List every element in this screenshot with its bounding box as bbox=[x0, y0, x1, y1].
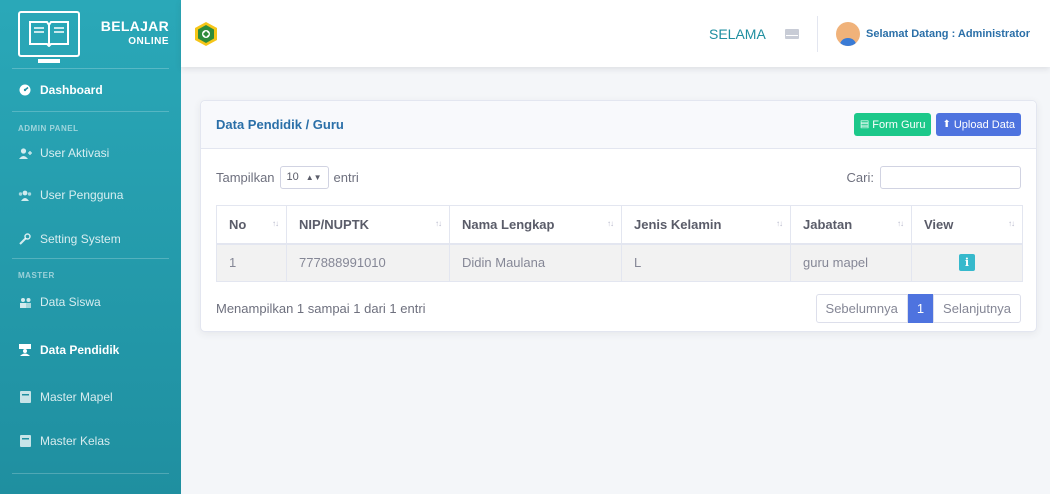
book-icon bbox=[18, 434, 32, 448]
sort-icon: ↑↓ bbox=[1008, 219, 1015, 228]
sidebar-item-dashboard[interactable]: Dashboard bbox=[0, 69, 181, 111]
sidebar-item-master-kelas[interactable]: Master Kelas bbox=[0, 419, 181, 463]
sidebar-item-label: Data Pendidik bbox=[40, 343, 120, 357]
sidebar-item-label: Data Siswa bbox=[40, 295, 101, 309]
brand-line1: BELAJAR bbox=[100, 18, 169, 34]
cell-jenis-kelamin: L bbox=[621, 243, 791, 282]
sidebar-item-label: User Pengguna bbox=[40, 188, 124, 202]
page-size-select[interactable]: 10 ▲▼ bbox=[279, 165, 329, 189]
column-header-label: Jenis Kelamin bbox=[634, 216, 722, 232]
search-wrap: Cari: bbox=[846, 165, 1021, 189]
show-label: Tampilkan bbox=[216, 169, 275, 185]
form-guru-button[interactable]: ▤ Form Guru bbox=[853, 113, 932, 136]
brand-text: BELAJAR ONLINE bbox=[101, 18, 169, 50]
sidebar-item-data-pendidik[interactable]: Data Pendidik bbox=[0, 325, 181, 375]
column-header-view[interactable]: View ↑↓ bbox=[911, 205, 1023, 245]
brand[interactable]: BELAJAR ONLINE bbox=[0, 0, 181, 68]
cell-nip: 777888991010 bbox=[286, 243, 450, 282]
header-buttons: ▤ Form Guru ⬆ Upload Data bbox=[853, 113, 1021, 136]
wrench-icon bbox=[18, 232, 32, 246]
user-greeting[interactable]: Selamat Datang : Administrator bbox=[866, 28, 1030, 40]
sort-icon: ↑↓ bbox=[435, 219, 442, 228]
column-header-label: No bbox=[229, 216, 247, 232]
form-guru-label: Form Guru bbox=[872, 118, 926, 131]
cell-jabatan: guru mapel bbox=[790, 243, 912, 282]
sidebar-item-label: Dashboard bbox=[40, 83, 103, 97]
sort-icon: ↑↓ bbox=[607, 219, 614, 228]
envelope-icon[interactable] bbox=[784, 28, 799, 39]
upload-data-label: Upload Data bbox=[953, 118, 1015, 131]
card-title: Data Pendidik / Guru bbox=[216, 117, 344, 132]
table-controls: Tampilkan 10 ▲▼ entri Cari: bbox=[201, 149, 1036, 205]
brand-line2: ONLINE bbox=[128, 36, 169, 47]
topbar-divider bbox=[816, 15, 818, 52]
sidebar-item-label: User Aktivasi bbox=[40, 146, 110, 160]
select-arrows-icon: ▲▼ bbox=[305, 172, 322, 182]
column-header-no[interactable]: No ↑↓ bbox=[216, 205, 287, 245]
cell-no: 1 bbox=[216, 243, 287, 282]
sidebar-item-setting-system[interactable]: Setting System bbox=[0, 220, 181, 258]
school-logo-icon[interactable] bbox=[193, 21, 219, 47]
column-header-label: Nama Lengkap bbox=[462, 216, 555, 232]
column-header-label: Jabatan bbox=[803, 216, 853, 232]
welcome-marquee: SELAMA bbox=[708, 25, 766, 42]
monitor-book-icon bbox=[18, 11, 80, 63]
table-footer: Menampilkan 1 sampai 1 dari 1 entri Sebe… bbox=[201, 282, 1036, 334]
column-header-jabatan[interactable]: Jabatan ↑↓ bbox=[790, 205, 912, 245]
cell-view: i bbox=[911, 243, 1023, 282]
students-icon bbox=[18, 295, 32, 309]
sidebar-item-data-siswa[interactable]: Data Siswa bbox=[0, 285, 181, 319]
sort-icon: ↑↓ bbox=[272, 219, 279, 228]
sort-icon: ↑↓ bbox=[776, 219, 783, 228]
upload-data-button[interactable]: ⬆ Upload Data bbox=[936, 113, 1021, 136]
column-header-jenis-kelamin[interactable]: Jenis Kelamin ↑↓ bbox=[621, 205, 791, 245]
column-header-nip[interactable]: NIP/NUPTK ↑↓ bbox=[286, 205, 450, 245]
sidebar-item-label: Master Mapel bbox=[40, 390, 113, 404]
data-pendidik-card: Data Pendidik / Guru ▤ Form Guru ⬆ Uploa… bbox=[200, 100, 1037, 332]
page-size-value: 10 bbox=[286, 171, 299, 183]
sidebar-divider bbox=[12, 473, 169, 474]
entries-info: Menampilkan 1 sampai 1 dari 1 entri bbox=[216, 300, 426, 316]
pagination: Sebelumnya 1 Selanjutnya bbox=[815, 293, 1021, 323]
users-icon bbox=[18, 188, 32, 202]
page-1-button[interactable]: 1 bbox=[907, 293, 934, 323]
column-header-nama[interactable]: Nama Lengkap ↑↓ bbox=[449, 205, 622, 245]
next-page-button[interactable]: Selanjutnya bbox=[933, 293, 1021, 323]
info-icon[interactable]: i bbox=[959, 254, 975, 272]
dashboard-icon bbox=[18, 83, 32, 97]
table-row: 1 777888991010 Didin Maulana L guru mape… bbox=[216, 243, 1023, 282]
search-label: Cari: bbox=[846, 169, 874, 185]
topbar-right: SELAMA Selamat Datang : Administrator bbox=[709, 0, 1050, 67]
sidebar-item-label: Setting System bbox=[40, 232, 121, 246]
entries-label: entri bbox=[333, 169, 359, 185]
book-icon bbox=[18, 390, 32, 404]
column-header-label: View bbox=[924, 216, 954, 232]
upload-icon: ⬆ bbox=[942, 119, 951, 130]
table-header-row: No ↑↓ NIP/NUPTK ↑↓ Nama Lengkap ↑↓ Jenis Ke… bbox=[216, 205, 1023, 245]
sidebar-item-user-pengguna[interactable]: User Pengguna bbox=[0, 170, 181, 220]
search-input[interactable] bbox=[880, 165, 1021, 189]
previous-page-button[interactable]: Sebelumnya bbox=[815, 293, 908, 323]
card-header: Data Pendidik / Guru ▤ Form Guru ⬆ Uploa… bbox=[201, 101, 1036, 149]
sidebar-item-label: Master Kelas bbox=[40, 434, 111, 448]
sidebar-item-master-mapel[interactable]: Master Mapel bbox=[0, 375, 181, 419]
user-plus-icon bbox=[18, 146, 32, 160]
file-icon: ▤ bbox=[859, 119, 870, 130]
sort-icon: ↑↓ bbox=[897, 219, 904, 228]
topbar: SELAMA Selamat Datang : Administrator bbox=[181, 0, 1050, 67]
pendidik-table: No ↑↓ NIP/NUPTK ↑↓ Nama Lengkap ↑↓ Jenis Ke… bbox=[216, 205, 1023, 282]
column-header-label: NIP/NUPTK bbox=[299, 216, 370, 232]
sidebar-item-user-aktivasi[interactable]: User Aktivasi bbox=[0, 136, 181, 170]
sidebar: BELAJAR ONLINE Dashboard ADMIN PANEL Use… bbox=[0, 0, 181, 494]
cell-nama: Didin Maulana bbox=[449, 243, 622, 282]
avatar[interactable] bbox=[835, 21, 860, 46]
teacher-icon bbox=[18, 343, 32, 357]
